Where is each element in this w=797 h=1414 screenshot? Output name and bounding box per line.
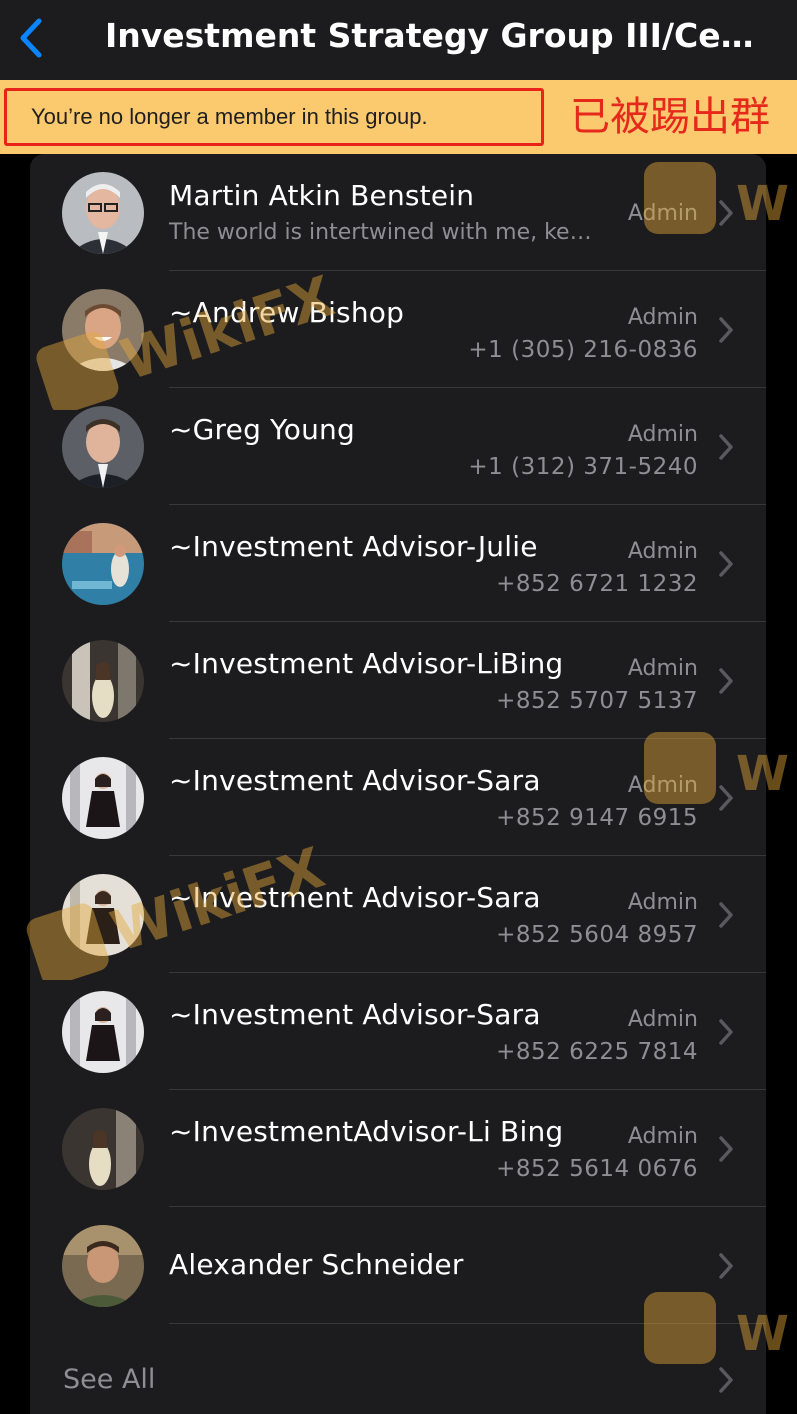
avatar bbox=[62, 991, 144, 1073]
member-name: Alexander Schneider bbox=[169, 1248, 464, 1281]
admin-label: Admin bbox=[627, 890, 698, 915]
member-name: ~Andrew Bishop bbox=[169, 296, 405, 329]
chevron-right-icon bbox=[719, 785, 733, 811]
chevron-right-icon bbox=[719, 317, 733, 343]
member-phone: +852 6225 7814 bbox=[496, 1039, 698, 1065]
avatar bbox=[62, 523, 144, 605]
member-name: ~Greg Young bbox=[169, 413, 355, 446]
chevron-right-icon bbox=[719, 200, 733, 226]
member-name: ~Investment Advisor-Sara bbox=[169, 998, 541, 1031]
admin-label: Admin bbox=[627, 305, 698, 330]
member-phone: +1 (312) 371-5240 bbox=[468, 454, 698, 480]
member-name: ~Investment Advisor-Sara bbox=[169, 881, 541, 914]
chevron-right-icon bbox=[719, 551, 733, 577]
member-name: ~Investment Advisor-Sara bbox=[169, 764, 541, 797]
member-name: ~Investment Advisor-LiBing bbox=[169, 647, 564, 680]
chevron-right-icon bbox=[719, 1019, 733, 1045]
admin-label: Admin bbox=[627, 1124, 698, 1149]
chevron-right-icon bbox=[719, 1367, 733, 1393]
removed-notice: You’re no longer a member in this group. bbox=[4, 88, 544, 146]
member-row[interactable]: ~Andrew Bishop Admin +1 (305) 216-0836 bbox=[30, 271, 766, 388]
admin-label: Admin bbox=[627, 201, 698, 226]
member-phone: +852 9147 6915 bbox=[496, 805, 698, 831]
admin-label: Admin bbox=[627, 656, 698, 681]
avatar bbox=[62, 289, 144, 371]
annotation-label: 已被踢出群 bbox=[570, 94, 770, 140]
members-list: Martin Atkin Benstein The world is inter… bbox=[30, 154, 766, 1414]
group-title: Investment Strategy Group III/Cente… bbox=[105, 16, 775, 55]
chevron-right-icon bbox=[719, 1253, 733, 1279]
chevron-left-icon bbox=[20, 18, 42, 58]
member-row[interactable]: ~Investment Advisor-Sara Admin +852 9147… bbox=[30, 739, 766, 856]
admin-label: Admin bbox=[627, 773, 698, 798]
member-row[interactable]: ~Investment Advisor-LiBing Admin +852 57… bbox=[30, 622, 766, 739]
member-row[interactable]: ~Greg Young Admin +1 (312) 371-5240 bbox=[30, 388, 766, 505]
chevron-right-icon bbox=[719, 668, 733, 694]
avatar bbox=[62, 640, 144, 722]
admin-label: Admin bbox=[627, 422, 698, 447]
member-row[interactable]: ~Investment Advisor-Julie Admin +852 672… bbox=[30, 505, 766, 622]
chevron-right-icon bbox=[719, 1136, 733, 1162]
back-button[interactable] bbox=[12, 14, 48, 62]
admin-label: Admin bbox=[627, 1007, 698, 1032]
member-name: ~Investment Advisor-Julie bbox=[169, 530, 538, 563]
member-phone: +1 (305) 216-0836 bbox=[468, 337, 698, 363]
notice-banner: You’re no longer a member in this group.… bbox=[0, 80, 797, 154]
avatar bbox=[62, 874, 144, 956]
admin-label: Admin bbox=[627, 539, 698, 564]
member-phone: +852 5707 5137 bbox=[496, 688, 698, 714]
avatar bbox=[62, 1225, 144, 1307]
chevron-right-icon bbox=[719, 434, 733, 460]
chevron-right-icon bbox=[719, 902, 733, 928]
member-row[interactable]: ~Investment Advisor-Sara Admin +852 6225… bbox=[30, 973, 766, 1090]
member-name: Martin Atkin Benstein bbox=[169, 179, 475, 212]
member-row[interactable]: Alexander Schneider bbox=[30, 1207, 766, 1324]
avatar bbox=[62, 406, 144, 488]
avatar bbox=[62, 757, 144, 839]
avatar bbox=[62, 1108, 144, 1190]
member-phone: +852 6721 1232 bbox=[496, 571, 698, 597]
member-name: ~InvestmentAdvisor-Li Bing bbox=[169, 1115, 564, 1148]
divider bbox=[169, 1323, 766, 1324]
member-row[interactable]: ~InvestmentAdvisor-Li Bing Admin +852 56… bbox=[30, 1090, 766, 1207]
member-status: The world is intertwined with me, ke… bbox=[169, 220, 592, 245]
member-row[interactable]: Martin Atkin Benstein The world is inter… bbox=[30, 154, 766, 271]
member-phone: +852 5604 8957 bbox=[496, 922, 698, 948]
see-all-button[interactable]: See All bbox=[63, 1364, 155, 1395]
member-row[interactable]: ~Investment Advisor-Sara Admin +852 5604… bbox=[30, 856, 766, 973]
avatar bbox=[62, 172, 144, 254]
member-phone: +852 5614 0676 bbox=[496, 1156, 698, 1182]
nav-bar: Investment Strategy Group III/Cente… bbox=[0, 0, 797, 80]
